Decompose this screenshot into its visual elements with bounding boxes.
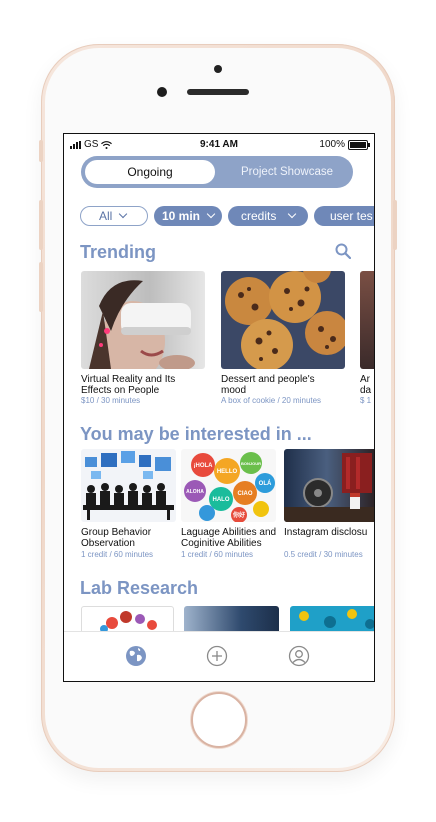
language-image: ¡HOLA HELLO OLÁ CIAO HALO 你好 ALOHA BONJO… [181, 449, 276, 522]
app-screen: GS 9:41 AM 100% Ongoing Project Showcase… [63, 133, 375, 682]
card-title: Laguage Abilities and Coginitive Abiliti… [181, 527, 276, 549]
filter-credits[interactable]: credits [228, 206, 308, 226]
home-button[interactable] [191, 692, 247, 748]
filter-user-test-label: user tes [330, 209, 373, 223]
card-title-text: Laguage Abilities and Coginitive Abiliti… [181, 527, 277, 549]
trending-card-vr[interactable]: Virtual Reality and Its Effects on Peopl… [81, 271, 205, 406]
volume-down-button [39, 262, 43, 312]
segmented-control: Ongoing Project Showcase [81, 156, 353, 188]
card-title-text: Virtual Reality and Its Effects on Peopl… [81, 374, 176, 396]
section-interested-title: You may be interested in ... [80, 424, 312, 444]
volume-up-button [39, 200, 43, 250]
interest-card-instagram[interactable]: Instagram disclosu 0.5 credit / 30 minut… [284, 449, 374, 561]
bottom-tab-bar [64, 631, 374, 681]
card-title-text: Dessert and people's mood [221, 374, 315, 396]
hello-word: ¡HOLA [194, 463, 214, 469]
tab-ongoing[interactable]: Ongoing [85, 160, 215, 184]
interest-card-language[interactable]: ¡HOLA HELLO OLÁ CIAO HALO 你好 ALOHA BONJO… [181, 449, 281, 561]
lab-image-3 [290, 606, 374, 632]
hello-word: CIAO [238, 491, 253, 497]
lab-image-1 [81, 606, 174, 632]
hello-word: 你好 [232, 511, 245, 519]
filter-user-test[interactable]: user tes [314, 206, 374, 226]
power-button [393, 200, 397, 250]
lab-card-2[interactable] [184, 606, 279, 632]
tab-project-showcase[interactable]: Project Showcase [225, 160, 349, 184]
filter-10-min-label: 10 min [162, 209, 201, 223]
filter-all[interactable]: All [80, 206, 148, 226]
proximity-sensor [214, 65, 222, 73]
filter-10-min[interactable]: 10 min [154, 206, 222, 226]
filter-chips: All 10 min credits user tes [80, 206, 374, 228]
card-title: Virtual Reality and Its Effects on Peopl… [81, 374, 175, 396]
lab-image-2 [184, 606, 279, 632]
hello-word: HALO [213, 497, 230, 503]
partial-image [360, 271, 374, 369]
card-title: Dessert and people's mood [221, 374, 315, 396]
card-title-text: Instagram disclosu [284, 527, 368, 538]
card-subtitle: $10 / 30 minutes [81, 396, 141, 405]
card-subtitle: 1 credit / 60 minutes [181, 550, 254, 559]
hello-word: HELLO [217, 469, 238, 475]
card-title: Ar da [360, 374, 371, 396]
vr-image [81, 271, 205, 369]
group-behavior-image [81, 449, 176, 522]
card-subtitle: 0.5 credit / 30 minutes [284, 550, 363, 559]
cinema-image [284, 449, 374, 522]
cookies-image [221, 271, 345, 369]
card-title: Group Behavior Observation [81, 527, 151, 549]
filter-credits-label: credits [241, 209, 277, 223]
search-icon[interactable] [335, 243, 351, 259]
card-title-text: Group Behavior Observation [81, 527, 152, 549]
filter-all-label: All [99, 209, 113, 223]
earpiece-speaker [187, 89, 249, 95]
card-subtitle: 1 credit / 60 minutes [81, 550, 154, 559]
add-icon[interactable] [206, 645, 228, 667]
chevron-down-icon [288, 209, 297, 219]
status-bar: GS 9:41 AM 100% [64, 134, 374, 154]
front-camera [157, 87, 167, 97]
trending-card-partial[interactable]: Ar da $ 1 [360, 271, 374, 406]
interest-card-group-behavior[interactable]: Group Behavior Observation 1 credit / 60… [81, 449, 176, 561]
section-trending-title: Trending [80, 242, 156, 262]
card-subtitle: $ 1 [360, 396, 372, 405]
card-title: Instagram disclosu [284, 527, 367, 538]
card-title-text: Ar da [360, 374, 372, 396]
trending-card-dessert[interactable]: Dessert and people's mood A box of cooki… [221, 271, 345, 406]
battery-icon [348, 139, 370, 150]
mute-switch [39, 140, 43, 162]
battery-percent: 100% [319, 139, 345, 150]
globe-icon[interactable] [125, 645, 147, 667]
profile-icon[interactable] [288, 645, 310, 667]
hello-word: OLÁ [259, 480, 272, 487]
hello-word: ALOHA [186, 489, 204, 495]
chevron-down-icon [206, 209, 216, 219]
hello-word: BONJOUR [241, 461, 261, 466]
lab-card-3[interactable] [290, 606, 374, 632]
card-subtitle: A box of cookie / 20 minutes [221, 396, 322, 405]
section-lab-title: Lab Research [80, 578, 199, 598]
chevron-down-icon [119, 209, 128, 219]
lab-card-1[interactable] [81, 606, 174, 632]
